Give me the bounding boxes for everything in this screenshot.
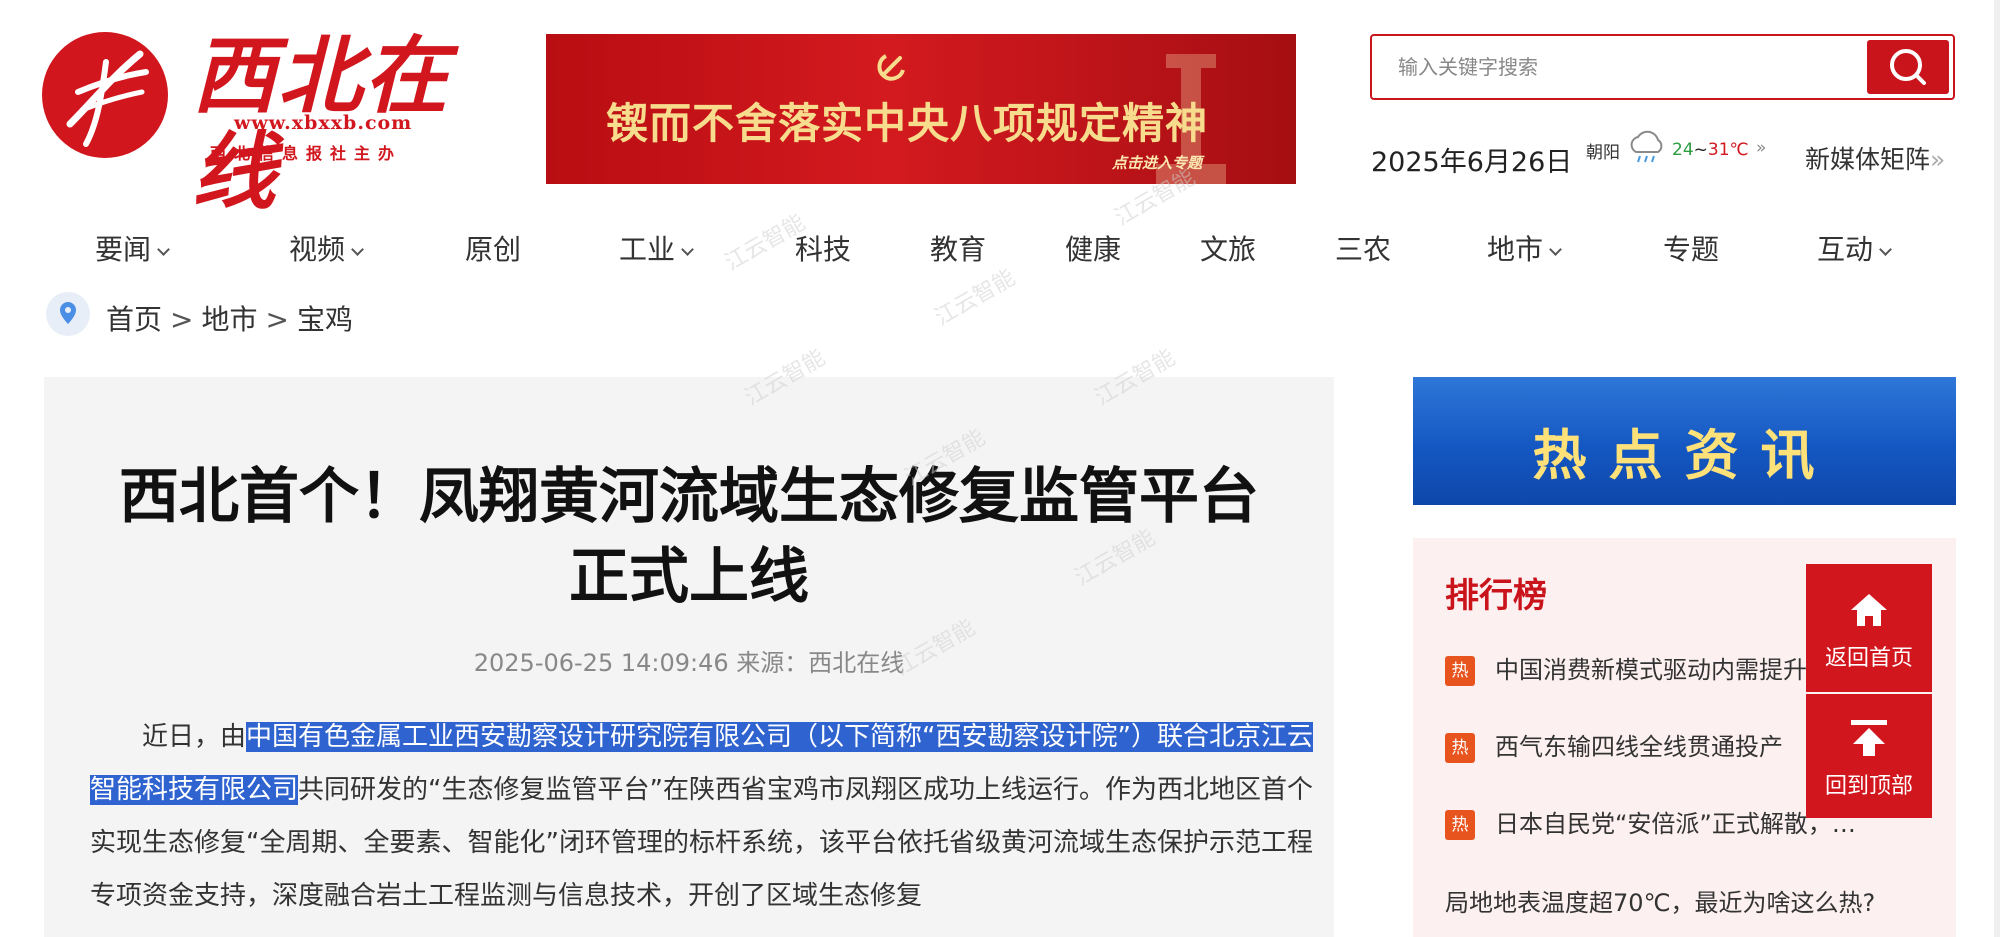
nav-item-original[interactable]: 原创	[465, 228, 521, 268]
rank-item[interactable]: 局地地表温度超70℃，最近为啥这么热?	[1445, 883, 1925, 918]
selected-text: 中国有色金属工业西安勘察设计研究院有限公司（以下简称“西安勘察设计院”）联合	[246, 722, 1209, 752]
hot-news-banner[interactable]: 热点资讯	[1413, 377, 1956, 505]
nav-item-yaowen[interactable]: 要闻	[95, 228, 170, 268]
site-logo[interactable]: 西北在线 www.xbxxb.com 西北信息报社主办	[42, 28, 502, 220]
article-title: 西北首个！凤翔黄河流域生态修复监管平台 正式上线	[119, 462, 1259, 612]
banner-headline: 锲而不舍落实中央八项规定精神	[606, 99, 1209, 148]
nav-item-health[interactable]: 健康	[1065, 228, 1121, 268]
nav-item-topics[interactable]: 专题	[1663, 228, 1719, 268]
hot-badge-icon: 热	[1445, 733, 1475, 763]
main-nav: 要闻 视频 原创 工业 科技 教育 健康 文旅 三农 地市 专题 互动	[0, 228, 2000, 278]
nav-item-interaction[interactable]: 互动	[1817, 228, 1892, 268]
weather-temperature: 24~31℃	[1672, 140, 1749, 160]
nav-item-industry[interactable]: 工业	[619, 228, 694, 268]
hot-badge-icon: 热	[1445, 810, 1475, 840]
chevron-down-icon	[681, 243, 694, 256]
cloud-rain-icon	[1630, 130, 1663, 163]
promo-banner[interactable]: 锲而不舍落实中央八项规定精神 点击进入专题	[546, 34, 1296, 184]
scrollbar-track[interactable]	[1994, 0, 2000, 937]
hot-news-title: 热点资讯	[1532, 424, 1837, 487]
logo-subtitle: 西北信息报社主办	[210, 144, 403, 163]
search-button[interactable]	[1867, 40, 1949, 94]
search-box	[1370, 34, 1955, 100]
hot-badge-icon: 热	[1445, 656, 1475, 686]
ranking-title: 排行榜	[1445, 576, 1547, 616]
weather-city: 朝阳	[1586, 143, 1620, 163]
search-icon	[1890, 49, 1926, 85]
current-date: 2025年6月26日	[1371, 147, 1573, 178]
home-icon	[1851, 594, 1887, 626]
nav-item-culture-tourism[interactable]: 文旅	[1200, 228, 1256, 268]
nav-item-agriculture[interactable]: 三农	[1335, 228, 1391, 268]
back-to-top-button[interactable]: 回到顶部	[1806, 694, 1932, 818]
chevron-down-icon	[157, 243, 170, 256]
chevron-down-icon	[1549, 243, 1562, 256]
article-panel: 西北首个！凤翔黄河流域生态修复监管平台 正式上线 2025-06-25 14:0…	[44, 377, 1334, 937]
nav-item-education[interactable]: 教育	[930, 228, 986, 268]
back-home-button[interactable]: 返回首页	[1806, 564, 1932, 692]
new-media-matrix-link[interactable]: 新媒体矩阵»	[1805, 140, 1945, 176]
breadcrumb-cities[interactable]: 地市	[201, 303, 257, 336]
nav-item-cities[interactable]: 地市	[1487, 228, 1562, 268]
article-meta: 2025-06-25 14:09:46 来源：西北在线	[473, 649, 905, 677]
chevron-down-icon	[351, 243, 364, 256]
banner-enter-link[interactable]: 点击进入专题	[1112, 152, 1202, 173]
logo-emblem-icon	[42, 32, 168, 158]
article-paragraph: 近日，由中国有色金属工业西安勘察设计研究院有限公司（以下简称“西安勘察设计院”）…	[90, 722, 1313, 911]
breadcrumb-text: 首页 > 地市 > 宝鸡	[106, 303, 353, 336]
weather-more-link[interactable]: »	[1756, 138, 1766, 158]
logo-url: www.xbxxb.com	[234, 112, 413, 134]
party-emblem-icon	[877, 54, 905, 81]
article-body: 近日，由中国有色金属工业西安勘察设计研究院有限公司（以下简称“西安勘察设计院”）…	[90, 711, 1330, 923]
nav-item-tech[interactable]: 科技	[795, 228, 851, 268]
chevron-down-icon	[1879, 243, 1892, 256]
breadcrumb-baoji[interactable]: 宝鸡	[297, 303, 353, 336]
breadcrumb-home[interactable]: 首页	[106, 303, 162, 336]
arrow-up-icon	[1851, 720, 1887, 756]
search-input[interactable]	[1374, 38, 1864, 96]
nav-item-video[interactable]: 视频	[289, 228, 364, 268]
location-pin-icon	[46, 292, 90, 336]
